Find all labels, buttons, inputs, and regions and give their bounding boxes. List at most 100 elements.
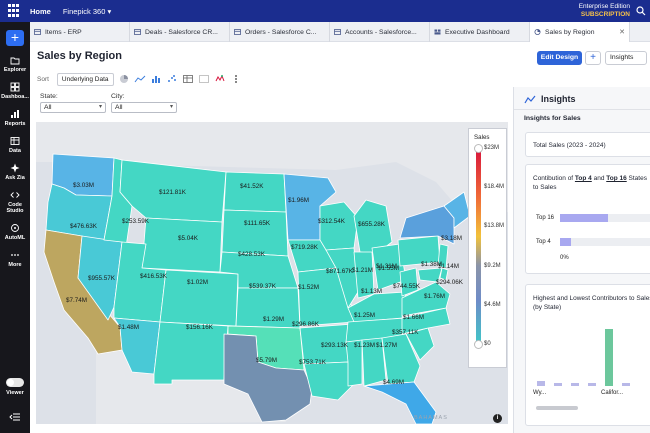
state-sd[interactable] [221,209,289,257]
legend-tick: $0 [484,341,491,347]
state-filter-select[interactable]: All [40,102,106,113]
contributor-bar[interactable] [554,383,562,386]
city-filter-label: City: [111,93,125,100]
contributor-bar[interactable] [605,329,613,386]
info-icon[interactable]: i [493,414,502,423]
app-switcher-icon[interactable] [8,4,22,18]
chart-icon [534,29,541,35]
rail-item-reports[interactable]: Reports [0,109,30,127]
chart-toolbar: Sort Underlying Data [37,72,246,86]
more-options-icon[interactable] [230,74,242,84]
state-value-label: $3.03M [73,182,94,189]
add-button[interactable]: + [585,51,601,65]
contribution-bar[interactable] [560,238,572,246]
state-value-label: $5.04K [178,235,199,242]
rail-item-code-studio[interactable]: Code Studio [0,190,30,214]
contributor-bar[interactable] [588,383,596,386]
data-icon [10,137,20,145]
rail-item-ask-zia[interactable]: Ask Zia [0,163,30,181]
rail-item-label: Dashboa... [1,94,29,100]
folder-icon [10,57,20,65]
search-icon[interactable] [636,6,646,16]
legend-title: Sales [474,134,490,141]
state-nm[interactable] [153,321,229,385]
contributor-bar[interactable] [622,382,630,386]
state-value-label: $1.31M [376,263,397,270]
tab-label: Orders - Salesforce C... [245,28,317,36]
close-icon[interactable]: ✕ [619,28,625,36]
state-value-label: $312.54K [318,218,346,225]
rail-item-label: Reports [4,121,26,127]
rail-item-label: Ask Zia [5,175,25,181]
dashboard-icon [434,29,441,35]
automl-icon [11,224,19,232]
total-sales-label: Total Sales (2023 - 2024) [533,142,606,149]
legend-max-handle[interactable] [474,144,483,153]
state-value-label: $1.96M [288,197,309,204]
state-wy[interactable] [141,217,223,273]
contribution-bar[interactable] [560,214,608,222]
contributor-bar[interactable] [571,383,579,386]
sort-button[interactable]: Sort [37,76,49,83]
subscription-link[interactable]: SUBSCRIPTION [579,11,630,19]
legend-tick: $13.8M [484,223,505,230]
underlying-data-button[interactable]: Underlying Data [56,72,114,86]
rail-item-label: Data [9,148,21,154]
contributor-bar[interactable] [537,381,545,386]
state-value-label: $1.23M [354,342,375,349]
tab-items-erp[interactable]: Items - ERP [30,22,130,42]
collapse-rail-icon[interactable] [9,412,21,422]
rail-item-automl[interactable]: AutoML [0,223,30,241]
rail-item-explorer[interactable]: Explorer [0,55,30,73]
geo-map-icon[interactable] [214,74,226,84]
state-value-label: $655.28K [358,221,386,228]
pivot-icon[interactable] [198,74,210,84]
tab-orders-salesforce-c[interactable]: Orders - Salesforce C... [230,22,330,42]
tab-label: Items - ERP [45,28,82,36]
rail-item-more[interactable]: More [0,250,30,268]
state-nd[interactable] [223,171,287,213]
workspace-selector[interactable]: Finepick 360 ▾ [63,7,111,16]
table-icon [334,29,341,35]
tab-deals-salesforce-cr[interactable]: Deals - Salesforce CR... [130,22,230,42]
tab-sales-by-region[interactable]: Sales by Region ✕ [530,22,630,42]
tab-accounts-salesforce[interactable]: Accounts - Salesforce... [330,22,430,42]
highest-lowest-card[interactable]: Highest and Lowest Contributors to Sales… [525,284,650,426]
sales-map[interactable]: $3.03M $476.63K $7.74M $955.57K $253.59K $121… [36,122,508,424]
edit-design-button[interactable]: Edit Design [537,51,582,65]
viewer-toggle[interactable] [6,378,24,387]
card-scrollbar[interactable] [536,406,578,410]
scatter-chart-icon[interactable] [166,74,178,84]
rail-item-dashboa[interactable]: Dashboa... [0,82,30,100]
state-value-label: $4.69M [383,379,404,386]
state-value-label: $719.28K [291,244,319,251]
tab-executive-dashboard[interactable]: Executive Dashboard [430,22,530,42]
rail-item-label: More [8,262,22,268]
contributor-label: Califor... [601,390,624,396]
rail-item-data[interactable]: Data [0,136,30,154]
insights-button[interactable]: Insights [605,51,647,65]
sales-legend: Sales $23M $18.4M $13.8M $9.2M $4.6M $0 [468,128,507,368]
state-value-label: $476.63K [70,223,98,230]
rail-item-label: Explorer [3,67,27,73]
chevron-down-icon: ▾ [107,6,112,16]
home-link[interactable]: Home [30,7,51,16]
bar-chart-icon[interactable] [150,74,162,84]
create-new-button[interactable]: + [6,30,24,46]
pie-chart-icon[interactable] [118,74,130,84]
state-value-label: $121.81K [159,189,187,196]
divider [514,109,650,110]
more-icon [11,254,19,256]
top4-link[interactable]: Top 4 [575,175,592,182]
table-chart-icon[interactable] [182,74,194,84]
legend-min-handle[interactable] [474,340,483,349]
contribution-prefix: Contibution of [533,175,575,182]
contribution-card[interactable]: Contibution of Top 4 and Top 16 States t… [525,164,650,274]
line-chart-icon[interactable] [134,74,146,84]
legend-gradient[interactable] [476,148,481,344]
rail-item-label: AutoML [4,235,26,241]
city-filter-select[interactable]: All [111,102,177,113]
tab-label: Accounts - Salesforce... [345,28,417,36]
top16-link[interactable]: Top 16 [606,175,626,182]
total-sales-card[interactable]: Total Sales (2023 - 2024) [525,132,650,157]
